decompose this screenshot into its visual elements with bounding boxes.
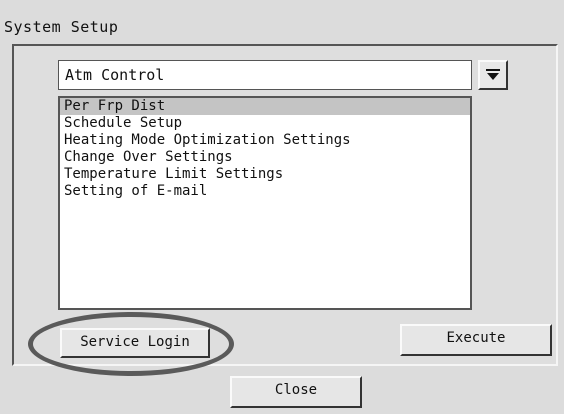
list-item[interactable]: Heating Mode Optimization Settings <box>60 132 470 149</box>
close-button[interactable]: Close <box>230 376 362 408</box>
service-login-button[interactable]: Service Login <box>60 328 210 358</box>
dropdown-button[interactable] <box>478 60 508 90</box>
chevron-down-icon <box>486 69 500 80</box>
list-item[interactable]: Setting of E-mail <box>60 183 470 200</box>
list-item[interactable]: Schedule Setup <box>60 115 470 132</box>
function-select[interactable]: Atm Control <box>58 60 472 90</box>
execute-button[interactable]: Execute <box>400 324 552 356</box>
list-item[interactable]: Temperature Limit Settings <box>60 166 470 183</box>
settings-list[interactable]: Per Frp Dist Schedule Setup Heating Mode… <box>58 96 472 310</box>
list-item[interactable]: Per Frp Dist <box>60 98 470 115</box>
window-title: System Setup <box>4 18 119 36</box>
list-item[interactable]: Change Over Settings <box>60 149 470 166</box>
